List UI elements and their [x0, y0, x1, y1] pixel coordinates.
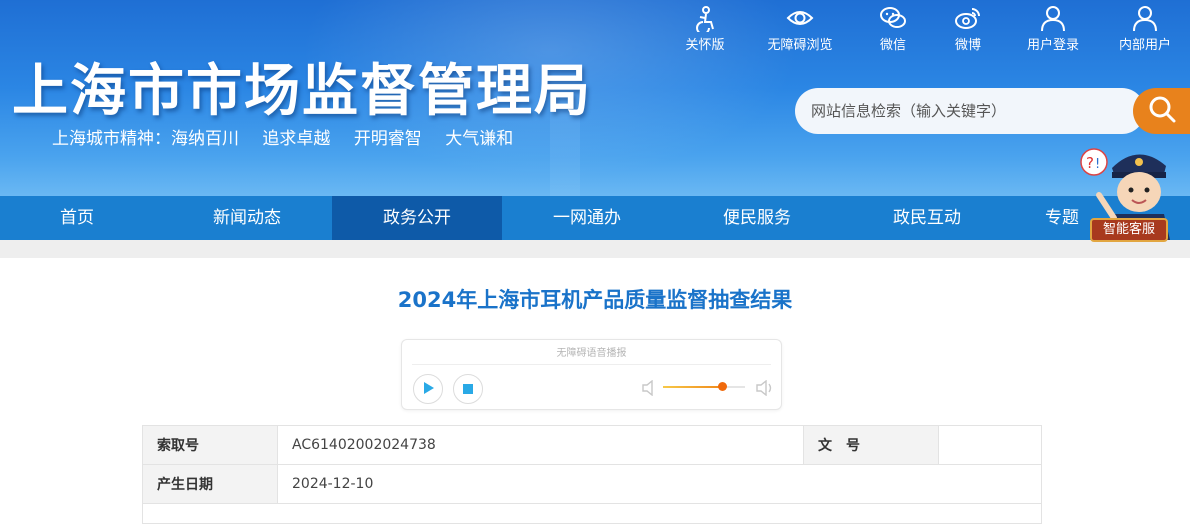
table-row — [142, 503, 1042, 524]
empty-cell — [142, 503, 1042, 524]
table-row: 产生日期 2024-12-10 — [142, 464, 1042, 504]
article-title: 2024年上海市耳机产品质量监督抽查结果 — [397, 288, 793, 312]
play-icon — [421, 380, 435, 399]
player-caption: 无障碍语音播报 — [556, 348, 627, 359]
tool-wechat[interactable]: 微信 — [853, 4, 933, 53]
slogan-part: 开明睿智 — [353, 129, 422, 149]
svg-text:?: ? — [1086, 154, 1094, 172]
weibo-icon — [928, 4, 1008, 34]
nav-divider — [0, 240, 1190, 258]
user-icon — [1105, 4, 1185, 34]
nav-item-services[interactable]: 便民服务 — [672, 196, 842, 240]
tool-weibo[interactable]: 微博 — [928, 4, 1008, 53]
slogan-part: 追求卓越 — [262, 129, 331, 149]
site-title[interactable]: 上海市市场监督管理局 — [12, 46, 592, 127]
audio-player: 无障碍语音播报 — [401, 339, 782, 410]
eye-icon — [760, 4, 840, 34]
info-table: 索取号 AC61402002024738 文 号 产生日期 2024-12-10 — [142, 425, 1042, 524]
volume-fill — [663, 386, 722, 388]
site-slogan: 上海城市精神：海纳百川 追求卓越 开明睿智 大气谦和 — [52, 124, 531, 149]
search-input[interactable] — [795, 88, 1095, 134]
svg-text:!: ! — [1095, 157, 1100, 172]
date-label: 产生日期 — [142, 464, 278, 504]
smart-service-button[interactable]: 智能客服 — [1090, 218, 1168, 242]
nav-item-home[interactable]: 首页 — [0, 196, 162, 240]
volume-low-icon — [642, 379, 656, 400]
volume-slider-handle[interactable] — [718, 382, 727, 391]
wechat-icon — [853, 4, 933, 34]
care-icon — [665, 4, 745, 35]
nav-item-news[interactable]: 新闻动态 — [162, 196, 332, 240]
volume-high-icon — [756, 379, 774, 400]
play-button[interactable] — [413, 374, 443, 404]
tool-user-login[interactable]: 用户登录 — [1013, 4, 1093, 53]
main-nav: 首页 新闻动态 政务公开 一网通办 便民服务 政民互动 专题 — [0, 196, 1190, 240]
top-tools: 关怀版 无障碍浏览 微信 微博 用户登录 内部用户 — [670, 4, 1190, 54]
tool-internal-user[interactable]: 内部用户 — [1105, 4, 1185, 53]
slogan-part: 大气谦和 — [445, 129, 514, 149]
date-value: 2024-12-10 — [277, 464, 1042, 504]
slogan-part: 上海城市精神：海纳百川 — [52, 129, 239, 149]
search-box — [795, 88, 1145, 134]
user-icon — [1013, 4, 1093, 34]
nav-item-gov-affairs[interactable]: 政务公开 — [332, 196, 502, 240]
search-icon — [1147, 94, 1177, 128]
search-button[interactable] — [1133, 88, 1190, 134]
docno-label: 文 号 — [803, 425, 939, 465]
table-row: 索取号 AC61402002024738 文 号 — [142, 425, 1042, 465]
index-label: 索取号 — [142, 425, 278, 465]
stop-button[interactable] — [453, 374, 483, 404]
index-value: AC61402002024738 — [277, 425, 804, 465]
tool-care[interactable]: 关怀版 — [665, 4, 745, 53]
tool-accessibility[interactable]: 无障碍浏览 — [760, 4, 840, 53]
nav-item-one-stop[interactable]: 一网通办 — [502, 196, 672, 240]
nav-item-interaction[interactable]: 政民互动 — [842, 196, 1012, 240]
docno-value — [938, 425, 1042, 465]
stop-icon — [462, 380, 474, 399]
